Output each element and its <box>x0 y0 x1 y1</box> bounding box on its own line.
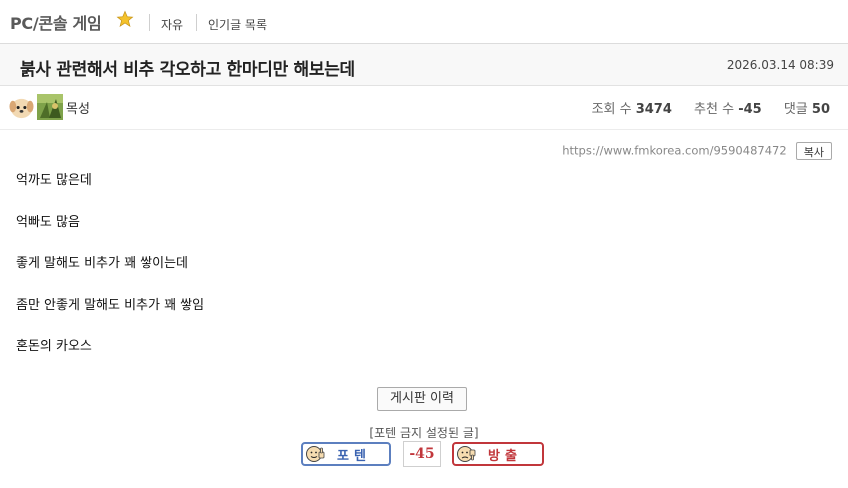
recommend-label: 추천 수 <box>694 102 735 117</box>
potent-vote-button[interactable]: 포텐 <box>301 442 391 466</box>
vote-count: -45 <box>403 441 441 467</box>
popular-posts-link[interactable]: 인기글 목록 <box>208 16 267 33</box>
comments-label[interactable]: 댓글 <box>784 102 808 117</box>
divider <box>196 14 197 31</box>
author-name[interactable]: 목성 <box>66 98 90 117</box>
post-title-bar: 붉사 관련해서 비추 각오하고 한마디만 해보는데 2026.03.14 08:… <box>0 44 848 86</box>
bangchul-label: 방출 <box>488 449 522 464</box>
thumbs-up-face-icon <box>306 446 325 462</box>
post-date: 2026.03.14 08:39 <box>726 58 834 72</box>
copy-url-button[interactable]: 복사 <box>795 141 832 160</box>
recommend-count: -45 <box>738 102 762 117</box>
puppy-avatar-icon <box>9 98 34 119</box>
board-history-button[interactable]: 게시판 이력 <box>377 387 467 411</box>
potent-label: 포텐 <box>337 449 371 464</box>
post-body: 억까도 많은데 억빠도 많음 좋게 말해도 비추가 꽤 쌓이는데 좀만 안좋게 … <box>16 172 826 380</box>
views-label: 조회 수 <box>591 102 632 117</box>
board-title-link[interactable]: PC/콘솔 게임 <box>10 10 102 34</box>
body-line: 억빠도 많음 <box>16 214 80 230</box>
body-line: 좀만 안좋게 말해도 비추가 꽤 쌓임 <box>16 297 205 313</box>
star-icon <box>116 10 134 27</box>
category-free[interactable]: 자유 <box>161 16 183 33</box>
body-line: 혼돈의 카오스 <box>16 339 92 354</box>
comments-count[interactable]: 50 <box>812 102 830 117</box>
divider <box>149 14 150 31</box>
nature-avatar-icon[interactable] <box>37 94 63 120</box>
post-stats: 조회 수 3474 추천 수 -45 댓글 50 <box>592 98 830 117</box>
vote-restriction-note: [포텐 금지 설정된 글] <box>369 426 479 440</box>
bangchul-vote-button[interactable]: 방출 <box>452 442 544 466</box>
thumbs-down-face-icon <box>457 446 476 462</box>
views-count: 3474 <box>635 102 672 117</box>
body-line: 억까도 많은데 <box>16 173 92 188</box>
post-title: 붉사 관련해서 비추 각오하고 한마디만 해보는데 <box>20 60 355 80</box>
board-header: PC/콘솔 게임 자유 인기글 목록 <box>0 0 848 44</box>
author-bar: 목성 조회 수 3474 추천 수 -45 댓글 50 <box>0 86 848 130</box>
body-line: 좋게 말해도 비추가 꽤 쌓이는데 <box>16 256 189 271</box>
post-url[interactable]: https://www.fmkorea.com/9590487472 <box>562 144 786 158</box>
post-url-row: https://www.fmkorea.com/9590487472 복사 <box>562 140 832 160</box>
